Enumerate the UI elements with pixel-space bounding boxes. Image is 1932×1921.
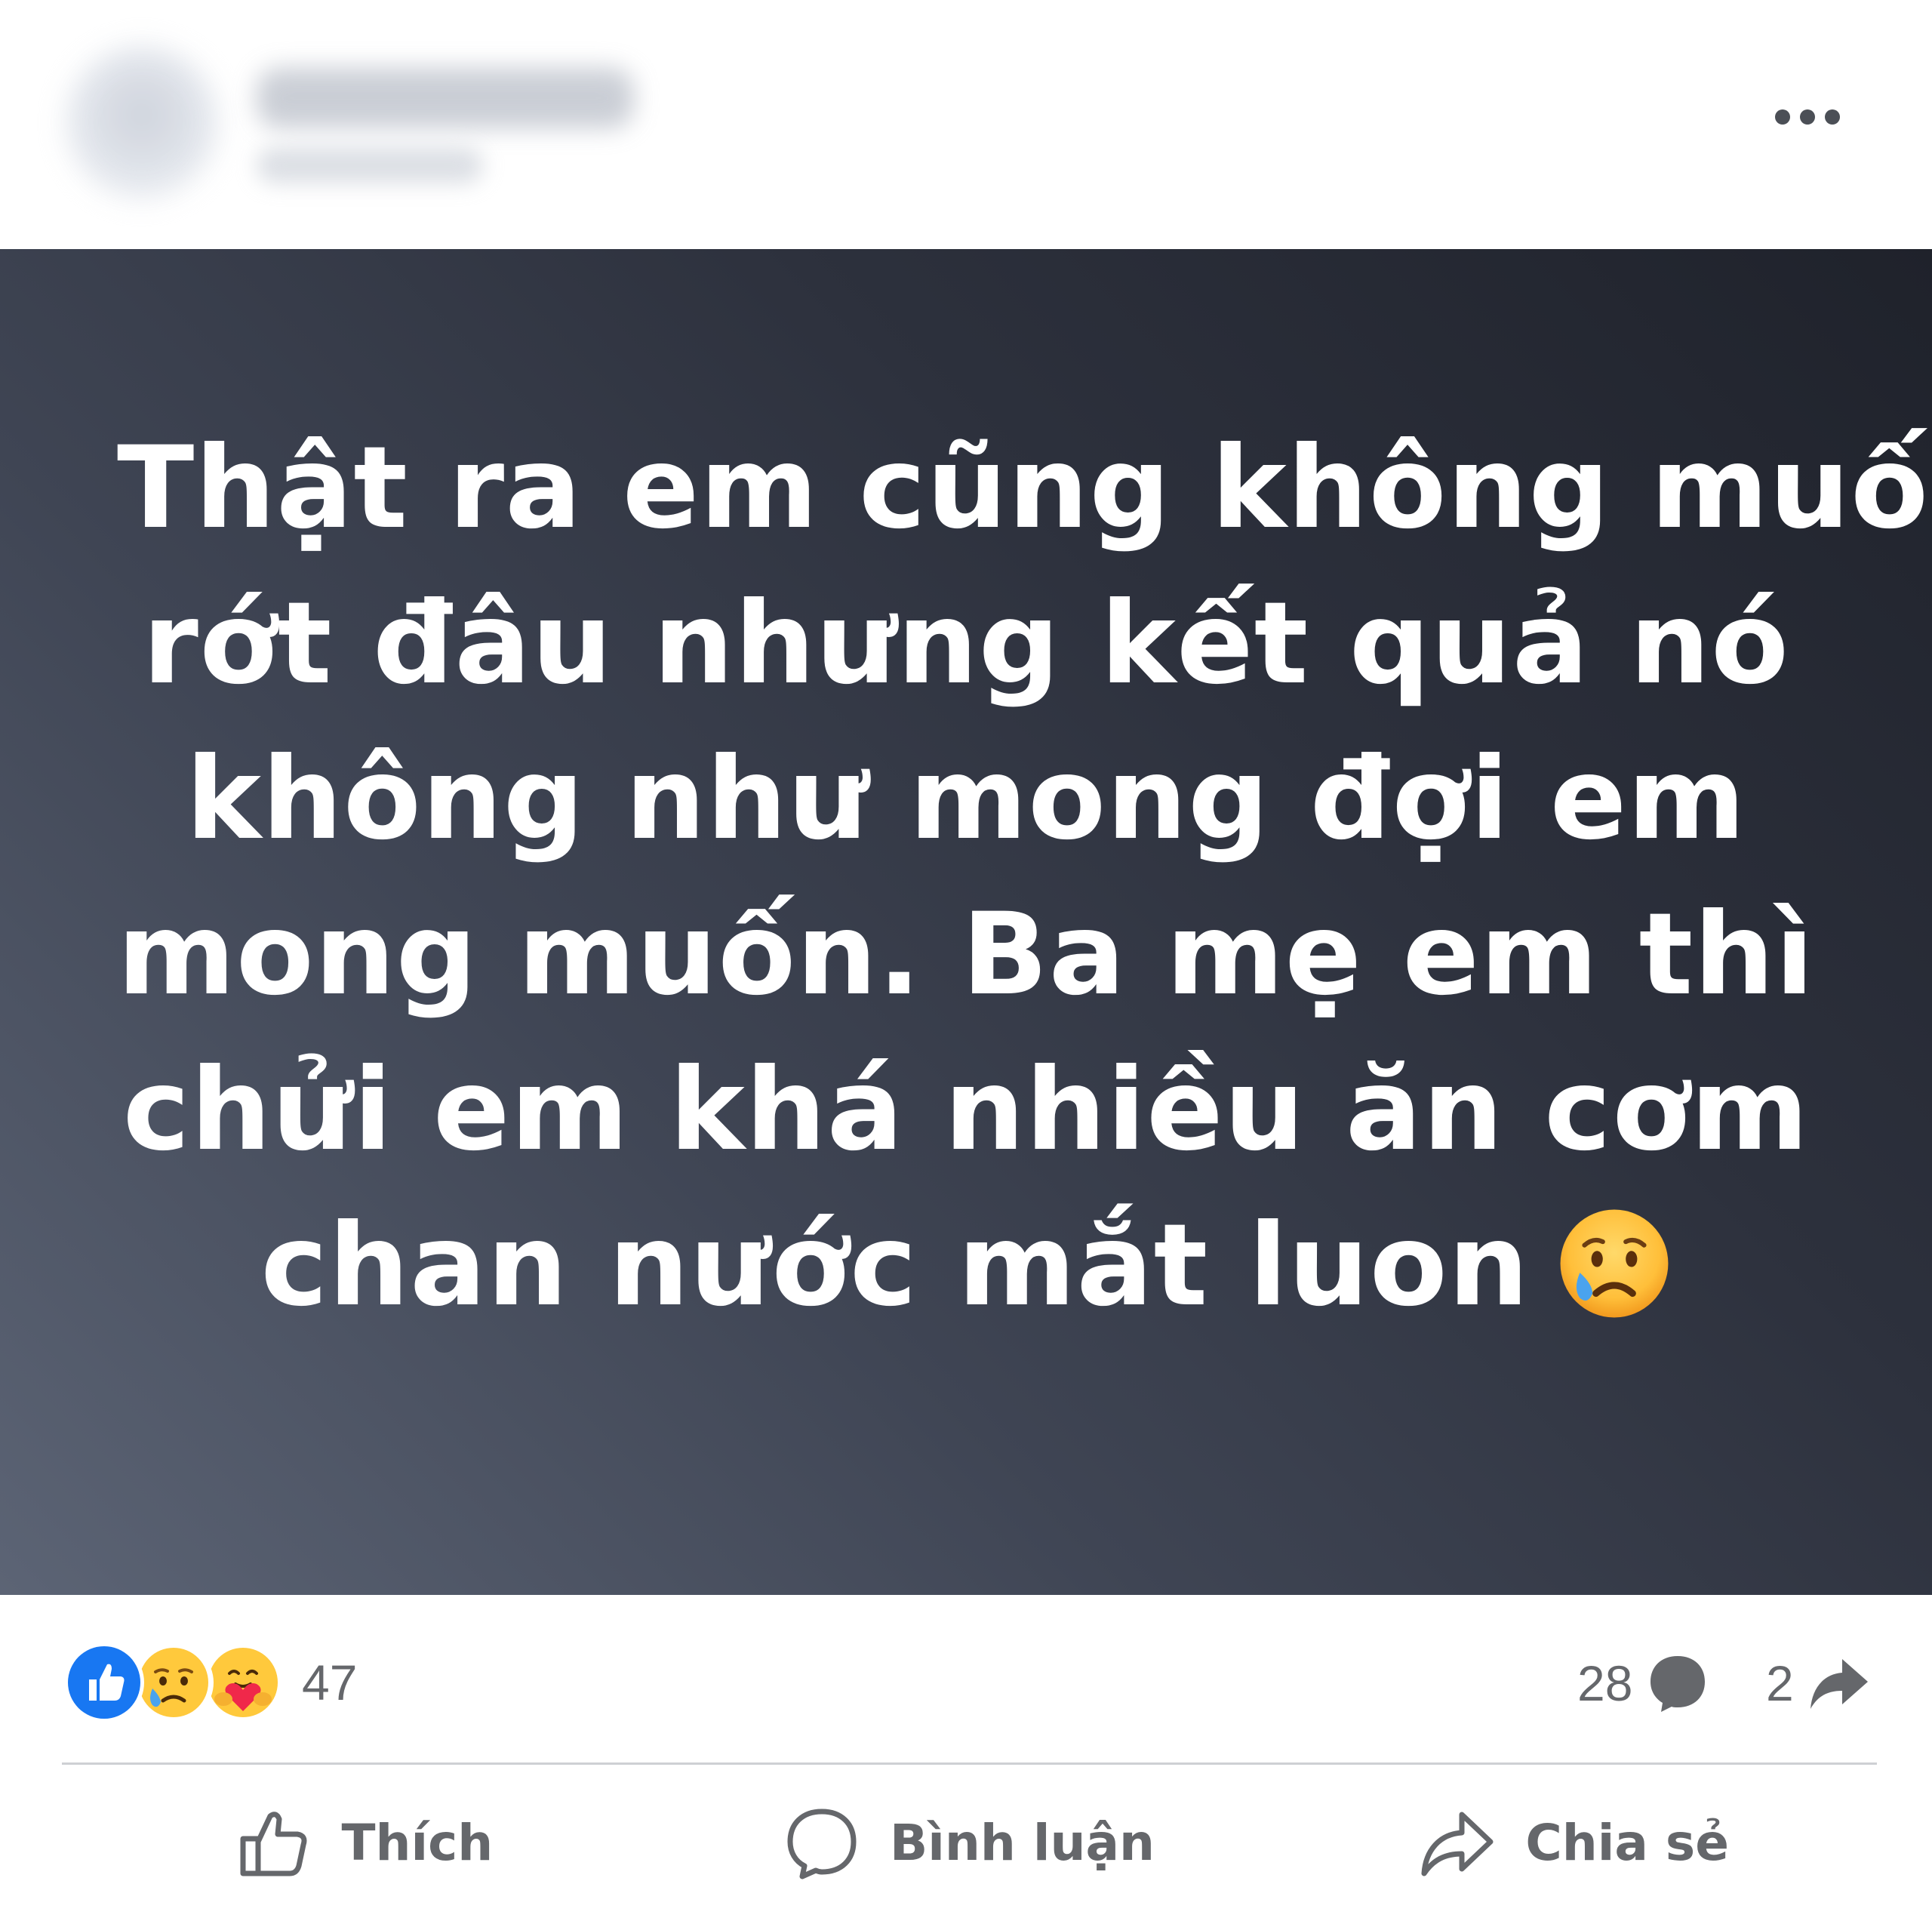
share-label: Chia sẻ: [1525, 1814, 1729, 1872]
shares-count: 2: [1766, 1655, 1794, 1711]
share-icon: [1421, 1812, 1494, 1876]
share-button[interactable]: Chia sẻ: [1272, 1765, 1877, 1921]
post-text-line: không như mong đợi em: [186, 733, 1746, 865]
avatar[interactable]: [66, 47, 217, 198]
author-name-blurred[interactable]: [257, 68, 634, 128]
more-options-button[interactable]: [1766, 94, 1849, 140]
care-icon: [203, 1642, 283, 1722]
reaction-icons[interactable]: [64, 1642, 287, 1722]
crying-sad-face-icon: [1560, 1209, 1669, 1317]
post-text-line: rớt đâu nhưng kết quả nó: [142, 577, 1790, 710]
shares-count-button[interactable]: 2: [1766, 1649, 1871, 1717]
more-dots-icon: [1775, 109, 1840, 125]
reaction-count[interactable]: 47: [302, 1652, 357, 1713]
facebook-post: Thật ra em cũng không muốn rớt đâu nhưng…: [0, 0, 1932, 1921]
reactions-summary: 47 28 2: [0, 1595, 1932, 1762]
share-arrow-icon: [1810, 1659, 1868, 1709]
comment-button[interactable]: Bình luận: [667, 1765, 1272, 1921]
comments-count: 28: [1577, 1655, 1633, 1711]
post-text: Thật ra em cũng không muốn rớt đâu nhưng…: [117, 411, 1932, 1344]
like-icon: [64, 1642, 144, 1722]
post-text-line: chan nước mắt luon: [260, 1199, 1530, 1331]
comments-count-button[interactable]: 28: [1577, 1649, 1709, 1717]
post-text-line: Thật ra em cũng không muốn: [117, 422, 1932, 554]
comment-bubble-icon: [1651, 1656, 1706, 1712]
comment-label: Bình luận: [890, 1814, 1155, 1872]
post-text-line: mong muốn. Ba mẹ em thì: [117, 888, 1815, 1021]
post-actions: Thích Bình luận Chia sẻ: [62, 1765, 1877, 1921]
post-text-card: Thật ra em cũng không muốn rớt đâu nhưng…: [0, 249, 1932, 1595]
post-text-line: chửi em khá nhiều ăn cơm: [122, 1044, 1810, 1176]
like-label: Thích: [341, 1814, 494, 1872]
post-header: [0, 0, 1932, 249]
post-meta-blurred: [257, 147, 483, 183]
thumbs-up-icon: [240, 1811, 307, 1876]
like-button[interactable]: Thích: [62, 1765, 667, 1921]
sad-icon: [134, 1642, 214, 1722]
post-text-line-last: chan nước mắt luon: [117, 1188, 1815, 1344]
comment-icon: [787, 1809, 857, 1879]
